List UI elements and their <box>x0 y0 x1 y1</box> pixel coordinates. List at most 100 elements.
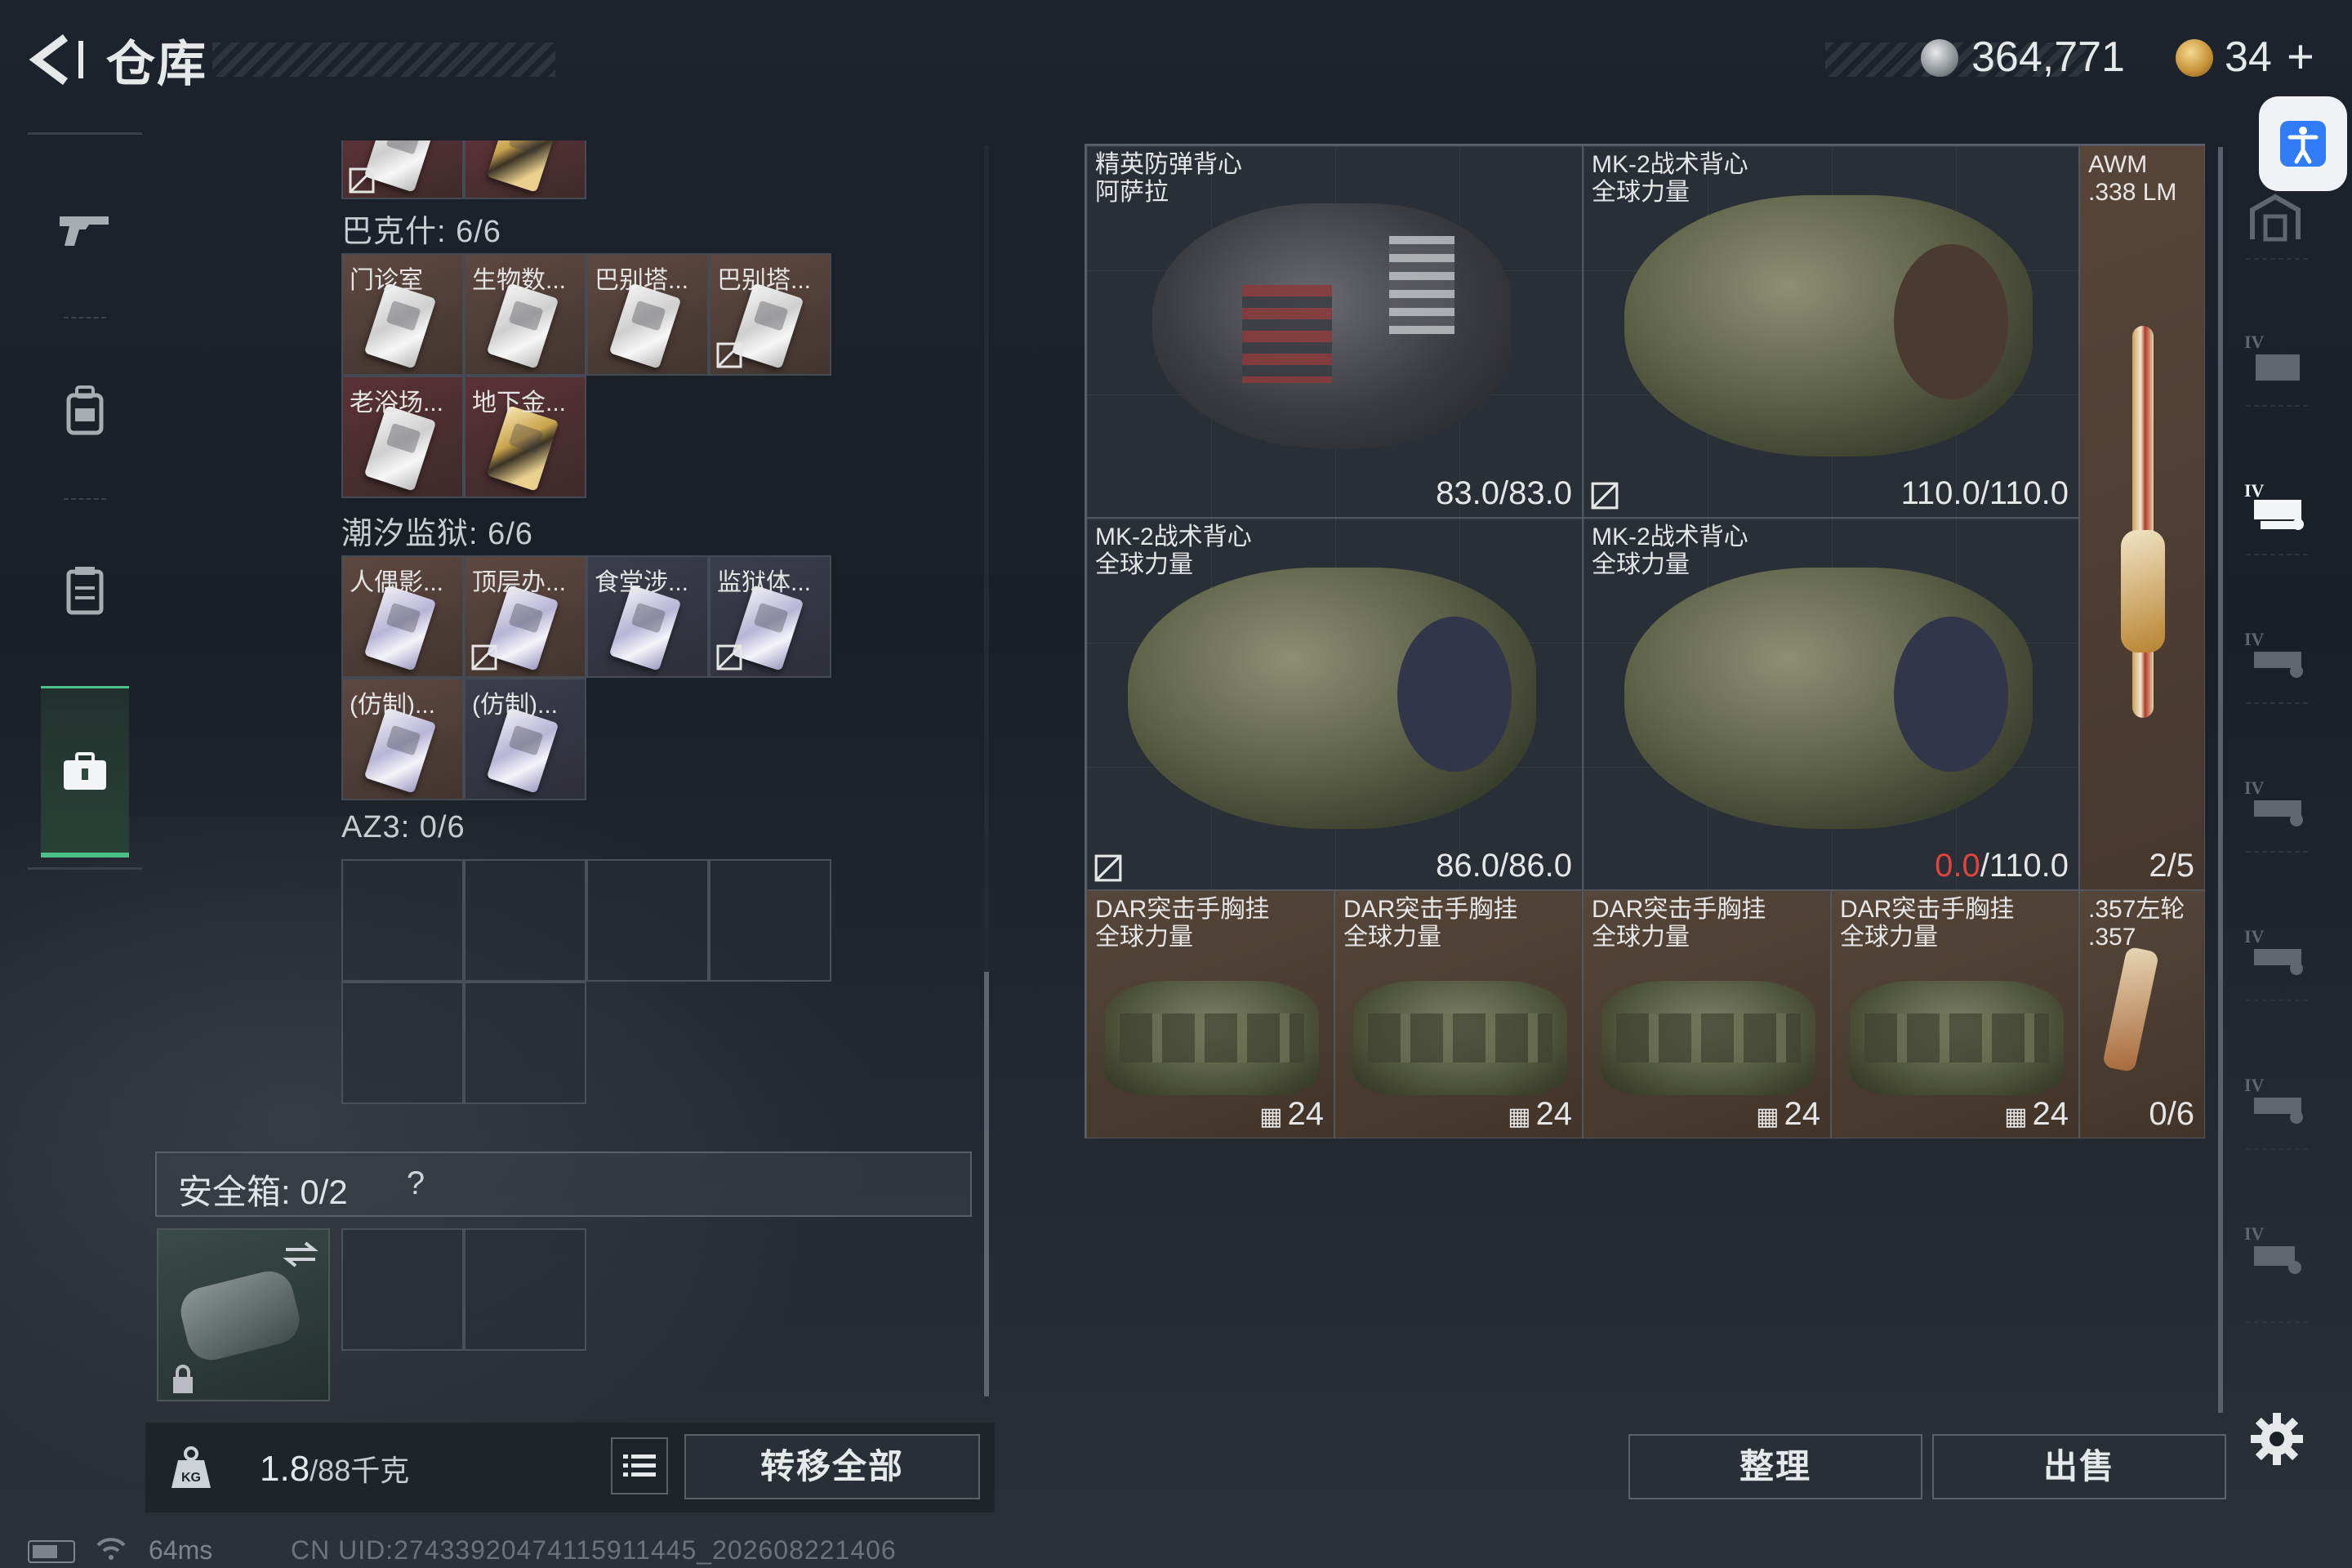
left-scrollbar-thumb[interactable] <box>984 972 989 1396</box>
sidebar-bottom-line <box>28 867 142 870</box>
tab-tier4-armor-icon[interactable]: IV <box>2243 479 2308 536</box>
keycard-icon <box>363 707 437 794</box>
capacity-number: 24 <box>1535 1096 1573 1132</box>
no-swap-icon <box>716 644 742 670</box>
gold-currency-value: 34 <box>2225 33 2272 81</box>
supplies-category-icon[interactable] <box>52 739 118 804</box>
silver-currency-value: 364,771 <box>1971 33 2125 81</box>
keycard-item-cell[interactable]: 门诊室 <box>341 253 464 376</box>
safe-case-icon <box>176 1266 305 1365</box>
keycard-icon <box>486 283 559 369</box>
empty-slot[interactable] <box>341 859 464 982</box>
category-divider <box>2246 702 2308 704</box>
capacity-icon: ▦ <box>2004 1103 2028 1130</box>
keycard-icon <box>608 283 682 369</box>
safe-box-help-button[interactable]: ? <box>394 1161 438 1205</box>
item-awm-rifle[interactable]: AWM .338 LM 2/5 <box>2079 145 2205 890</box>
item-cell-partial[interactable] <box>464 140 586 199</box>
keycard-item-cell[interactable]: (仿制)... <box>464 678 586 800</box>
capacity-value: ▦ 24 <box>1259 1096 1324 1133</box>
weight-value: 1.8/88千克 <box>260 1447 409 1490</box>
keycard-item-cell[interactable]: 食堂涉... <box>586 555 709 678</box>
empty-slot[interactable] <box>464 859 586 982</box>
capacity-icon: ▦ <box>1756 1103 1780 1130</box>
list-view-button[interactable] <box>611 1437 668 1494</box>
keycard-name: 顶层办... <box>472 569 567 596</box>
right-scrollbar-thumb[interactable] <box>2218 147 2223 1413</box>
accessibility-button[interactable] <box>2259 96 2347 191</box>
sort-button[interactable]: 整理 <box>1628 1434 1922 1499</box>
tab-all-icon[interactable] <box>2243 189 2308 247</box>
keycard-item-cell[interactable]: 人偶影... <box>341 555 464 678</box>
item-mk2-vest-broken[interactable]: MK-2战术背心 全球力量 0.0/110.0 <box>1583 518 2079 890</box>
item-dar-chest-rig[interactable]: DAR突击手胸挂 全球力量 ▦ 24 <box>1086 890 1334 1138</box>
durability-value: 110.0/110.0 <box>1900 475 2069 511</box>
keycard-item-cell[interactable]: (仿制)... <box>341 678 464 800</box>
keycard-name: 巴别塔... <box>717 267 812 294</box>
keycard-item-cell[interactable]: 地下金... <box>464 376 586 498</box>
add-currency-button[interactable]: + <box>2287 29 2314 84</box>
item-dar-chest-rig[interactable]: DAR突击手胸挂 全球力量 ▦ 24 <box>1831 890 2079 1138</box>
keycard-name: 监狱体... <box>717 569 812 596</box>
settings-gear-icon[interactable] <box>2247 1410 2306 1468</box>
backpack-category-icon[interactable] <box>52 377 118 443</box>
item-mk2-vest[interactable]: MK-2战术背心 全球力量 110.0/110.0 <box>1583 145 2079 518</box>
tab-tier4-container-icon[interactable]: IV <box>2243 330 2308 387</box>
wifi-icon <box>95 1535 127 1561</box>
tab-tier4-helmet-icon[interactable]: IV <box>2243 627 2308 684</box>
capacity-value: ▦ 24 <box>2004 1096 2069 1133</box>
chest-rig-pouches <box>1120 1013 1304 1062</box>
item-mk2-vest[interactable]: MK-2战术背心 全球力量 86.0/86.0 <box>1086 518 1583 890</box>
item-name: DAR突击手胸挂 全球力量 <box>1343 896 1518 951</box>
keycard-name: 老浴场... <box>350 390 444 416</box>
capacity-number: 24 <box>1287 1096 1325 1132</box>
empty-slot[interactable] <box>586 859 709 982</box>
keycard-icon <box>363 283 437 369</box>
sell-button[interactable]: 出售 <box>1932 1434 2226 1499</box>
item-name: MK-2战术背心 全球力量 <box>1592 523 1748 578</box>
empty-slot[interactable] <box>709 859 831 982</box>
keycard-item-cell[interactable]: 顶层办... <box>464 555 586 678</box>
category-divider <box>2246 1148 2308 1150</box>
capacity-number: 24 <box>2032 1096 2069 1132</box>
safe-box-slot[interactable] <box>341 1228 464 1351</box>
keycard-name: (仿制)... <box>350 692 435 719</box>
safe-box-slot[interactable] <box>464 1228 586 1351</box>
empty-slot[interactable] <box>464 982 586 1104</box>
keycard-item-cell[interactable]: 监狱体... <box>709 555 831 678</box>
transfer-all-button[interactable]: 转移全部 <box>684 1434 980 1499</box>
armor-category-icon[interactable] <box>52 557 118 622</box>
sidebar-divider <box>64 317 106 318</box>
sidebar-top-line <box>28 132 142 135</box>
item-elite-vest[interactable]: 精英防弹背心 阿萨拉 83.0/83.0 <box>1086 145 1583 518</box>
keycard-item-cell[interactable]: 巴别塔... <box>586 253 709 376</box>
item-dar-chest-rig[interactable]: DAR突击手胸挂 全球力量 ▦ 24 <box>1334 890 1583 1138</box>
keycard-item-cell[interactable]: 巴别塔... <box>709 253 831 376</box>
item-dar-chest-rig[interactable]: DAR突击手胸挂 全球力量 ▦ 24 <box>1583 890 1831 1138</box>
tab-tier4-rig-icon[interactable]: IV <box>2243 776 2308 833</box>
vest-armhole <box>1894 244 2008 399</box>
empty-slot[interactable] <box>341 982 464 1104</box>
no-swap-icon <box>1591 482 1619 510</box>
tab-tier4-backpack-icon[interactable]: IV <box>2243 924 2308 982</box>
tab-tier4-misc-icon[interactable]: IV <box>2243 1222 2308 1279</box>
gold-coin-icon <box>2176 39 2213 77</box>
capacity-number: 24 <box>1784 1096 1821 1132</box>
safe-case-slot[interactable] <box>157 1228 330 1401</box>
item-357-revolver[interactable]: .357左轮 .357 0/6 <box>2079 890 2205 1138</box>
no-swap-icon <box>1094 854 1122 882</box>
swap-icon <box>283 1241 318 1267</box>
keycard-item-cell[interactable]: 生物数... <box>464 253 586 376</box>
keycard-item-cell[interactable]: 老浴场... <box>341 376 464 498</box>
item-cell-partial[interactable] <box>341 140 464 199</box>
item-name: DAR突击手胸挂 全球力量 <box>1840 896 2015 951</box>
keycard-name: (仿制)... <box>472 692 558 719</box>
keycard-name: 食堂涉... <box>595 569 689 596</box>
ammo-count: 2/5 <box>2149 848 2194 884</box>
page-title: 仓库 <box>106 37 207 91</box>
back-icon[interactable] <box>24 31 90 88</box>
weapon-category-icon[interactable] <box>52 196 118 261</box>
awm-rifle-image <box>2132 326 2154 718</box>
tab-tier4-gear-icon[interactable]: IV <box>2243 1073 2308 1130</box>
svg-text:IV: IV <box>2244 332 2265 352</box>
